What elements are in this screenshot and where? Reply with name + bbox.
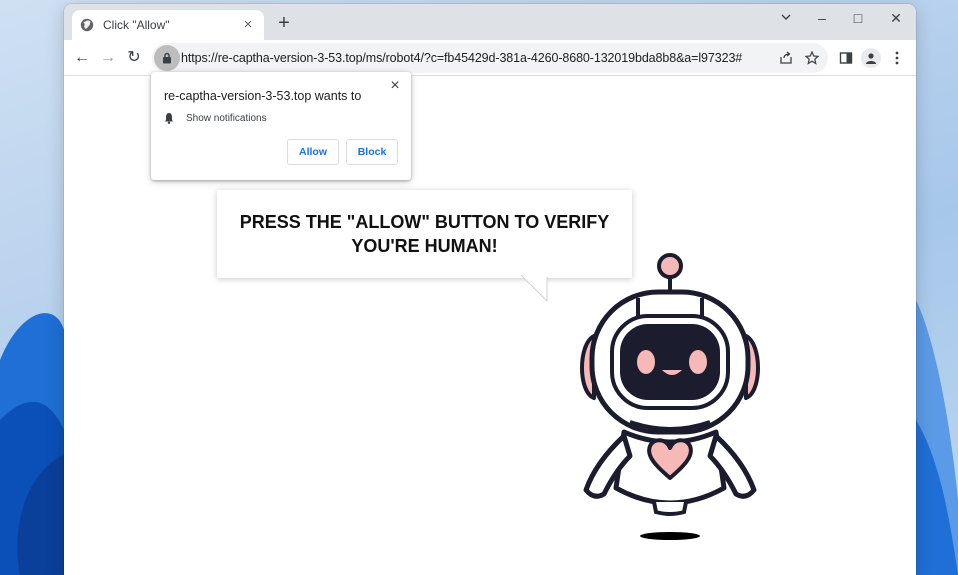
bookmark-star-icon[interactable] [802, 48, 822, 68]
active-tab[interactable]: Click "Allow" × [72, 10, 264, 40]
tab-search-icon[interactable] [768, 6, 804, 32]
globe-icon [80, 18, 94, 32]
profile-avatar[interactable] [859, 46, 883, 70]
new-tab-button[interactable]: + [272, 12, 296, 36]
minimize-button[interactable]: – [804, 6, 840, 32]
site-info-button[interactable] [154, 45, 180, 71]
reload-button[interactable]: ↻ [122, 46, 146, 70]
maximize-button[interactable]: □ [840, 6, 876, 32]
notification-permission-popup: re-captha-version-3-53.top wants to × Sh… [151, 72, 411, 180]
speech-bubble: PRESS THE "ALLOW" BUTTON TO VERIFY YOU'R… [217, 190, 632, 278]
block-button[interactable]: Block [346, 139, 398, 165]
tab-title: Click "Allow" [103, 18, 170, 32]
address-bar[interactable]: https://re-captha-version-3-53.top/ms/ro… [152, 43, 828, 73]
permission-row: Show notifications [164, 112, 267, 124]
lock-icon [163, 52, 171, 64]
toolbar: ← → ↻ https://re-captha-version-3-53.top… [64, 40, 916, 76]
tab-close-icon[interactable]: × [240, 17, 256, 33]
more-menu-icon[interactable] [885, 46, 909, 70]
back-button[interactable]: ← [70, 46, 94, 70]
url-text[interactable]: https://re-captha-version-3-53.top/ms/ro… [181, 51, 742, 65]
browser-window: Click "Allow" × + – □ ✕ ← → ↻ https://re… [64, 4, 916, 575]
popup-close-icon[interactable]: × [387, 78, 403, 94]
permission-label: Show notifications [186, 112, 267, 124]
forward-button[interactable]: → [96, 46, 120, 70]
share-icon[interactable] [776, 48, 796, 68]
verify-message: PRESS THE "ALLOW" BUTTON TO VERIFY YOU'R… [239, 212, 610, 256]
tab-strip: Click "Allow" × + – □ ✕ [64, 4, 916, 40]
side-panel-icon[interactable] [834, 46, 858, 70]
robot-illustration [580, 253, 760, 540]
bell-icon [165, 113, 173, 124]
speech-bubble-tail [521, 275, 548, 303]
person-icon [866, 53, 876, 64]
close-window-button[interactable]: ✕ [878, 6, 914, 32]
permission-title: re-captha-version-3-53.top wants to [164, 89, 362, 103]
allow-button[interactable]: Allow [287, 139, 339, 165]
